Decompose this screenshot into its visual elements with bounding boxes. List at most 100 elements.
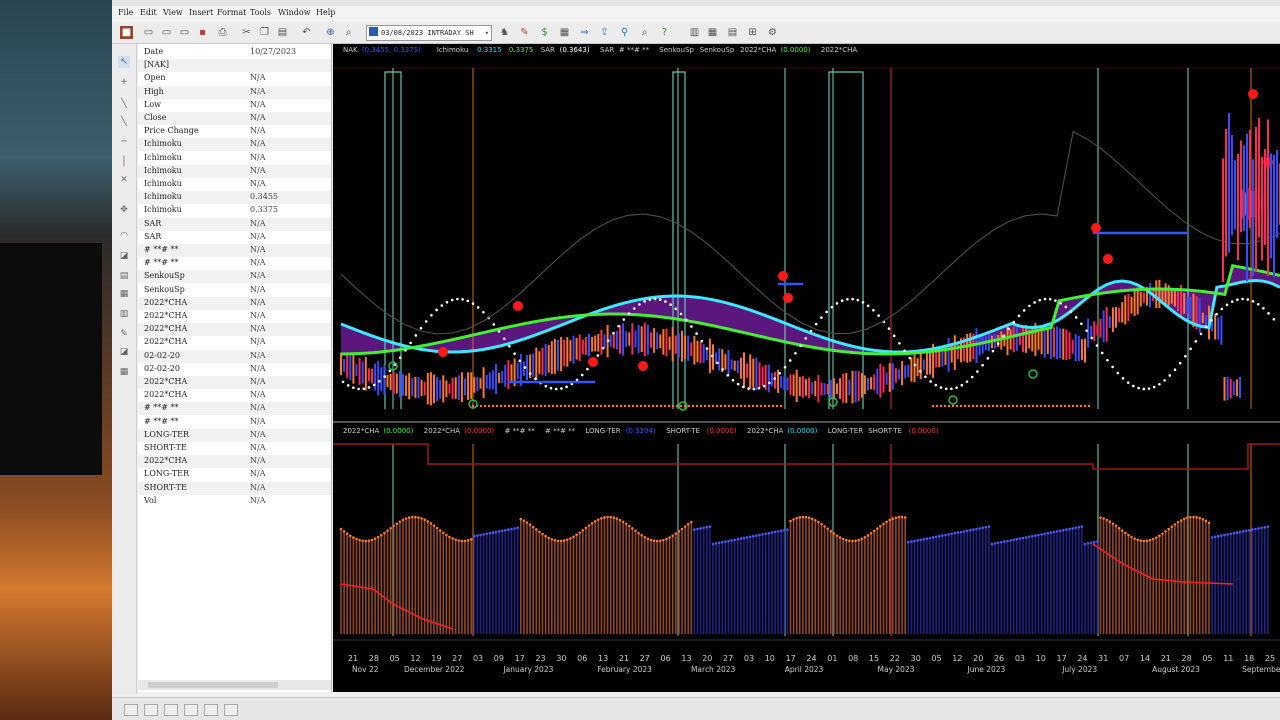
sar-dot bbox=[913, 363, 917, 367]
menu-file[interactable]: File bbox=[118, 8, 133, 17]
histogram-dot bbox=[1176, 520, 1180, 524]
new-icon[interactable]: ▭ bbox=[142, 26, 155, 39]
signal-marker bbox=[638, 361, 648, 371]
scrollbar-thumb[interactable] bbox=[148, 682, 278, 688]
signal-marker bbox=[1248, 89, 1258, 99]
export-icon[interactable]: ⇪ bbox=[598, 26, 611, 39]
bars-icon[interactable]: ▥ bbox=[118, 308, 130, 320]
settings-icon[interactable]: ⚙ bbox=[766, 26, 779, 39]
indicator-icon[interactable]: ▦ bbox=[558, 26, 571, 39]
histogram-dot bbox=[519, 517, 523, 521]
support-dot bbox=[699, 404, 703, 408]
legend-label: SenkouSp bbox=[659, 46, 694, 54]
sar-dot bbox=[840, 299, 844, 303]
status-icon[interactable] bbox=[124, 704, 138, 716]
tools-icon[interactable]: ✎ bbox=[518, 26, 531, 39]
copy-icon[interactable]: ❐ bbox=[258, 26, 271, 39]
tile-icon[interactable]: ▤ bbox=[726, 26, 739, 39]
trendline-icon[interactable]: ╲ bbox=[118, 98, 130, 110]
ray-icon[interactable]: ╲ bbox=[118, 116, 130, 128]
zoom-icon[interactable]: ⌕ bbox=[342, 26, 355, 39]
crosshair-icon[interactable]: ⊕ bbox=[324, 26, 337, 39]
histogram-dot bbox=[482, 533, 485, 536]
menu-window[interactable]: Window bbox=[278, 8, 311, 17]
grid-tool-icon[interactable]: ▦ bbox=[118, 288, 130, 300]
histogram-dot bbox=[686, 522, 690, 526]
histogram-dot bbox=[593, 520, 597, 523]
magnifier-icon[interactable]: ⌕ bbox=[638, 26, 651, 39]
histogram-dot bbox=[525, 521, 529, 524]
data-row: 2022*CHA N/A bbox=[138, 336, 331, 349]
chart-area[interactable]: NAK (0.3455, 0.3375) Ichimoku 0.3315 0.3375 S… bbox=[333, 44, 1280, 692]
status-icon[interactable] bbox=[224, 704, 238, 716]
layout-icon[interactable]: ▥ bbox=[688, 26, 701, 39]
histogram-dot bbox=[736, 537, 740, 541]
data-row-label: LONG-TER bbox=[144, 429, 190, 439]
histogram-dot bbox=[1018, 537, 1022, 540]
scan-icon[interactable]: ⚲ bbox=[618, 26, 631, 39]
menu-insert[interactable]: Insert bbox=[189, 8, 213, 17]
data-row-value: N/A bbox=[250, 390, 266, 400]
histogram-dot bbox=[497, 530, 501, 533]
eraser-icon[interactable]: ◪ bbox=[118, 346, 130, 358]
histogram-dot bbox=[708, 525, 712, 528]
histogram-dot bbox=[919, 538, 922, 542]
signal-marker bbox=[783, 293, 793, 303]
sar-dot bbox=[1256, 302, 1260, 306]
save-icon[interactable]: ▭ bbox=[178, 26, 191, 39]
histogram-dot bbox=[823, 525, 826, 528]
fibonacci-icon[interactable]: ✕ bbox=[118, 174, 130, 186]
data-row-value: N/A bbox=[250, 179, 266, 188]
menu-tools[interactable]: Tools bbox=[250, 8, 271, 17]
arrow-icon[interactable]: ⇒ bbox=[578, 26, 591, 39]
grid-icon[interactable]: ▦ bbox=[706, 26, 719, 39]
pointer-icon[interactable]: ↖ bbox=[118, 56, 130, 68]
menu-help[interactable]: Help bbox=[316, 8, 335, 17]
horizontal-line-icon[interactable]: ─ bbox=[118, 136, 130, 148]
menu-format[interactable]: Format bbox=[217, 8, 246, 17]
data-window-scrollbar[interactable] bbox=[138, 680, 331, 690]
pattern-icon[interactable]: ▦ bbox=[118, 366, 130, 378]
sar-dot bbox=[887, 327, 891, 330]
histogram-dot bbox=[562, 539, 566, 542]
paste-icon[interactable]: ▤ bbox=[276, 26, 289, 39]
open-icon[interactable]: ▭ bbox=[160, 26, 173, 39]
cut-icon[interactable]: ✂ bbox=[240, 26, 253, 39]
support-dot bbox=[1067, 404, 1071, 408]
pencil-icon[interactable]: ✎ bbox=[118, 328, 130, 340]
undo-icon[interactable]: ↶ bbox=[300, 26, 313, 39]
gann-icon[interactable]: ▤ bbox=[118, 270, 130, 282]
print-icon[interactable]: ⎙ bbox=[216, 26, 229, 39]
support-dot bbox=[999, 404, 1003, 408]
axis-tick-label: 01 bbox=[827, 654, 837, 663]
support-dot bbox=[1055, 404, 1059, 408]
app-icon[interactable]: ■ bbox=[120, 26, 133, 39]
histogram-dot bbox=[1065, 528, 1068, 531]
status-icon[interactable] bbox=[144, 704, 158, 716]
menu-view[interactable]: View bbox=[163, 8, 183, 17]
status-icon[interactable] bbox=[184, 704, 198, 716]
histogram-dot bbox=[1027, 535, 1031, 539]
help-icon[interactable]: ? bbox=[658, 26, 671, 39]
legend-label: SenkouSp bbox=[700, 46, 735, 54]
vertical-line-icon[interactable]: │ bbox=[118, 156, 130, 168]
status-icon[interactable] bbox=[204, 704, 218, 716]
price-chart[interactable]: NAK (0.3455, 0.3375) Ichimoku 0.3315 0.3375 S… bbox=[333, 44, 1280, 692]
symbol-dropdown[interactable]: 03/08/2023 INTRADAY SH ▾ bbox=[366, 25, 492, 41]
support-dot bbox=[959, 404, 963, 408]
channel-icon[interactable]: ◪ bbox=[118, 250, 130, 262]
cross-icon[interactable]: + bbox=[118, 76, 130, 88]
data-row-label: 2022*CHA bbox=[144, 390, 188, 400]
window-icon[interactable]: ⊞ bbox=[746, 26, 759, 39]
move-icon[interactable]: ✥ bbox=[118, 204, 130, 216]
menu-edit[interactable]: Edit bbox=[140, 8, 157, 17]
data-row-label: SenkouSp bbox=[144, 284, 185, 294]
sar-dot bbox=[658, 298, 662, 301]
dollar-icon[interactable]: $ bbox=[538, 26, 551, 39]
data-row-value: 0.3455 bbox=[250, 192, 278, 202]
arc-icon[interactable]: ◠ bbox=[118, 230, 130, 242]
sar-dot bbox=[892, 334, 896, 338]
status-icon[interactable] bbox=[164, 704, 178, 716]
close-icon[interactable]: ▪ bbox=[196, 26, 209, 39]
chart-type-icon[interactable]: ♞ bbox=[498, 26, 511, 39]
